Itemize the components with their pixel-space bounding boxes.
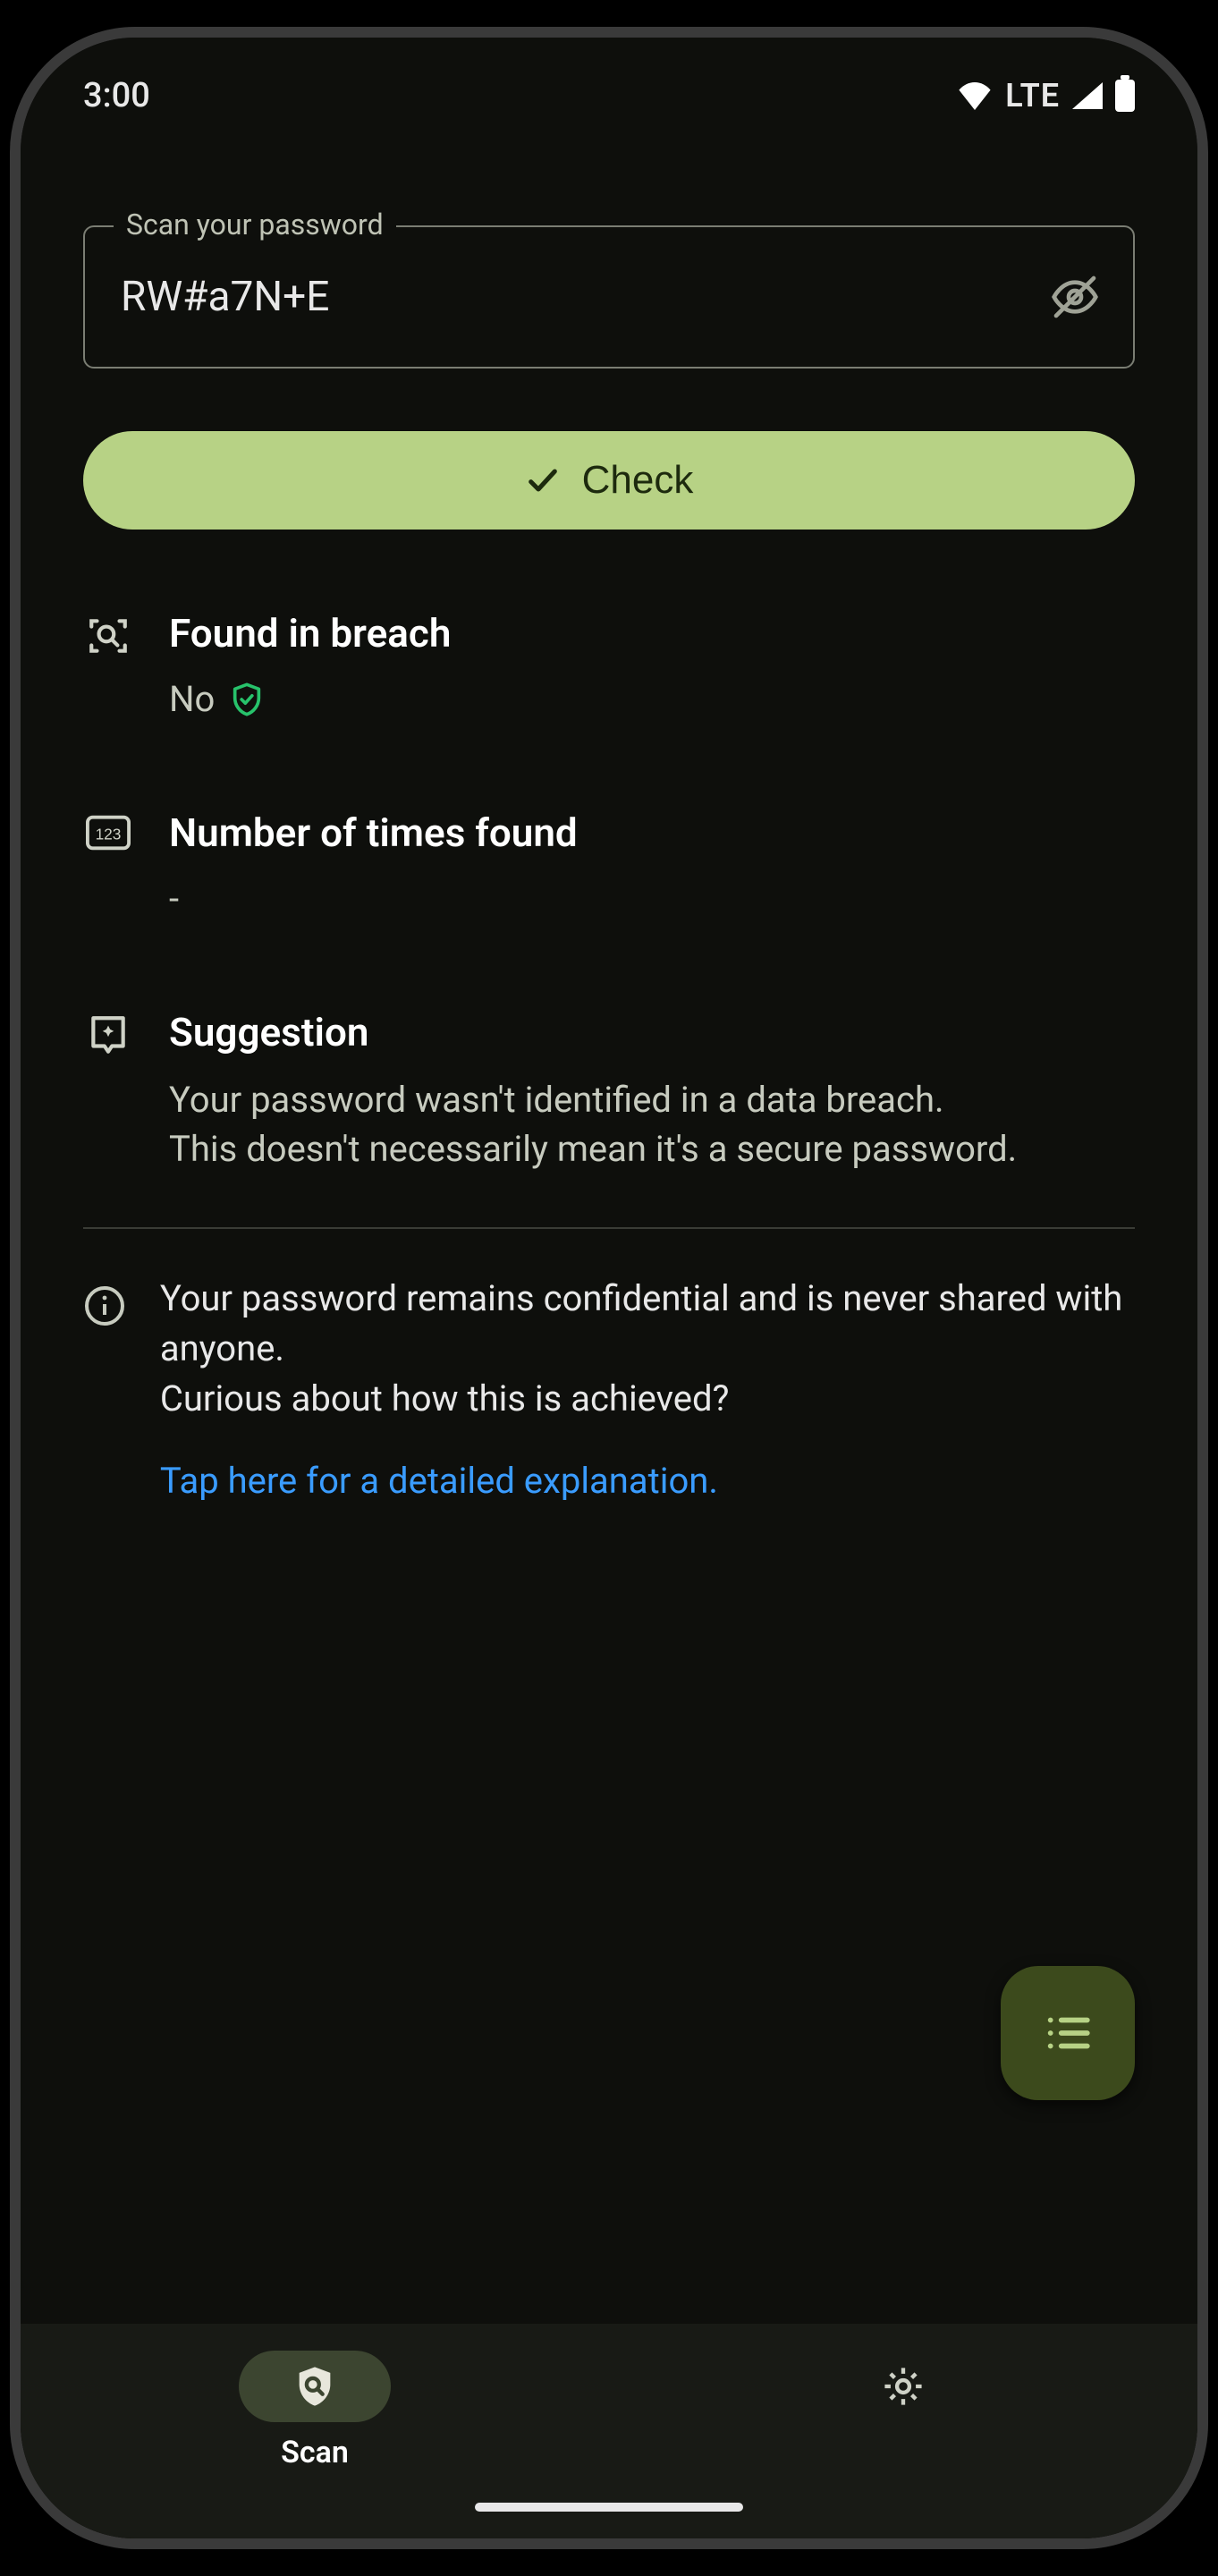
count-value: - (169, 877, 179, 919)
toggle-visibility-icon[interactable] (1044, 266, 1106, 328)
history-fab[interactable] (1001, 1966, 1135, 2100)
row-suggestion: Suggestion Your password wasn't identifi… (83, 1009, 1135, 1174)
count-title: Number of times found (169, 809, 1135, 856)
shield-search-icon (292, 2363, 338, 2410)
breach-value: No (169, 678, 215, 720)
info-line2: Curious about how this is achieved? (160, 1377, 730, 1419)
network-label: LTE (1005, 77, 1060, 114)
sparkle-box-icon (83, 1009, 133, 1057)
status-bar: 3:00 LTE (21, 38, 1197, 154)
results: Found in breach No (83, 610, 1135, 1502)
divider (83, 1227, 1135, 1229)
battery-icon (1115, 80, 1135, 112)
check-icon (525, 462, 561, 498)
password-input[interactable] (121, 273, 1044, 321)
suggestion-line1: Your password wasn't identified in a dat… (169, 1079, 944, 1121)
breach-title: Found in breach (169, 610, 1135, 657)
password-field-wrap: Scan your password (83, 225, 1135, 369)
content-area: Scan your password Check (21, 154, 1197, 2324)
shield-check-icon (229, 682, 265, 717)
number-box-icon: 123 (83, 809, 133, 852)
status-time: 3:00 (83, 76, 150, 115)
gear-icon (880, 2363, 926, 2410)
screen: 3:00 LTE Scan your password (21, 38, 1197, 2538)
side-button-power (1205, 878, 1208, 1013)
svg-text:123: 123 (96, 826, 122, 843)
suggestion-title: Suggestion (169, 1009, 1135, 1055)
row-found-in-breach: Found in breach No (83, 610, 1135, 720)
suggestion-line2: This doesn't necessarily mean it's a sec… (169, 1128, 1017, 1170)
scan-search-icon (83, 610, 133, 658)
check-button-label: Check (582, 458, 694, 503)
list-icon (1042, 2007, 1094, 2059)
cell-signal-icon (1072, 82, 1103, 109)
phone-frame: 3:00 LTE Scan your password (10, 27, 1208, 2549)
row-times-found: 123 Number of times found - (83, 809, 1135, 919)
password-field-label: Scan your password (114, 208, 396, 242)
status-right: LTE (957, 77, 1135, 114)
nav-scan-label: Scan (281, 2435, 349, 2470)
info-icon (83, 1274, 128, 1327)
check-button[interactable]: Check (83, 431, 1135, 530)
side-button-left (10, 413, 13, 521)
gesture-bar[interactable] (475, 2503, 743, 2512)
info-row: Your password remains confidential and i… (83, 1274, 1135, 1502)
side-button-volume (1205, 610, 1208, 843)
password-field[interactable] (83, 225, 1135, 369)
wifi-icon (957, 81, 993, 110)
info-link[interactable]: Tap here for a detailed explanation. (160, 1460, 1135, 1502)
nav-settings-label (900, 2435, 907, 2470)
info-line1: Your password remains confidential and i… (160, 1277, 1123, 1369)
